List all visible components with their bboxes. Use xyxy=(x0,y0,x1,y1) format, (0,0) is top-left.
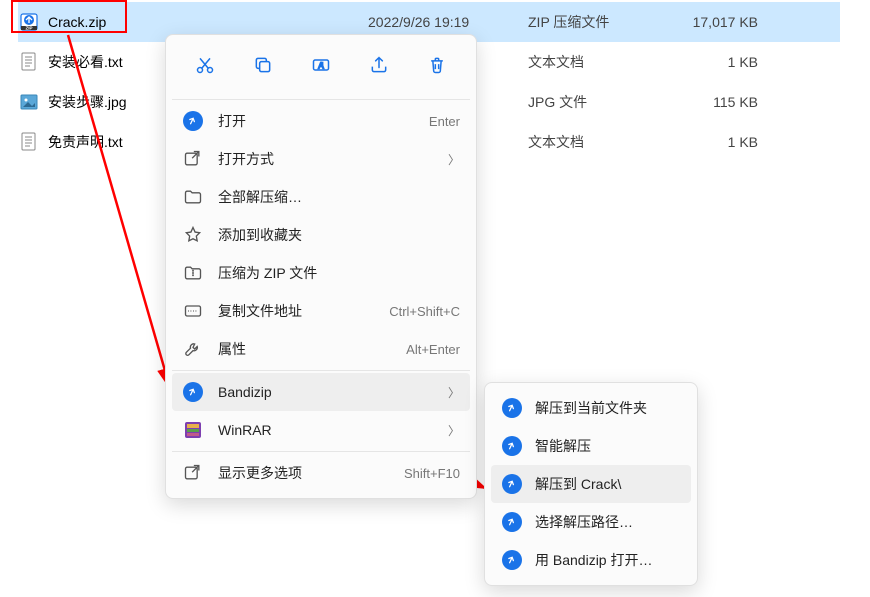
copy-icon-button[interactable] xyxy=(243,47,283,87)
menu-item-label: Bandizip xyxy=(218,384,442,400)
separator xyxy=(172,99,470,100)
bandizip-icon xyxy=(501,435,523,457)
bandizip-icon xyxy=(501,473,523,495)
submenu-item[interactable]: 选择解压路径… xyxy=(491,503,691,541)
menu-item-bandizip[interactable]: Bandizip 〉 xyxy=(172,373,470,411)
menu-item-shortcut: Shift+F10 xyxy=(404,466,460,481)
menu-item-winrar[interactable]: WinRAR 〉 xyxy=(172,411,470,449)
submenu-item[interactable]: 智能解压 xyxy=(491,427,691,465)
context-menu: A 打开Enter打开方式〉全部解压缩…添加到收藏夹压缩为 ZIP 文件复制文件… xyxy=(165,34,477,499)
menu-items-group: 打开Enter打开方式〉全部解压缩…添加到收藏夹压缩为 ZIP 文件复制文件地址… xyxy=(172,102,470,368)
menu-item[interactable]: 添加到收藏夹 xyxy=(172,216,470,254)
context-toolbar: A xyxy=(172,41,470,97)
share-icon-button[interactable] xyxy=(359,47,399,87)
menu-apps-group: Bandizip 〉 WinRAR 〉 xyxy=(172,373,470,449)
cut-icon xyxy=(195,55,215,80)
copy-path-icon xyxy=(182,300,204,322)
bandizip-submenu: 解压到当前文件夹智能解压解压到 Crack\ 选择解压路径… 用 Bandizip … xyxy=(484,382,698,586)
menu-item-shortcut: Enter xyxy=(429,114,460,129)
copy-icon xyxy=(253,55,273,80)
zip-file-icon: ZIP xyxy=(18,11,40,33)
zip-folder-icon xyxy=(182,262,204,284)
menu-item[interactable]: 压缩为 ZIP 文件 xyxy=(172,254,470,292)
rename-icon: A xyxy=(311,55,331,80)
jpg-file-icon xyxy=(18,91,40,113)
rename-icon-button[interactable]: A xyxy=(301,47,341,87)
menu-item-shortcut: Alt+Enter xyxy=(406,342,460,357)
menu-item-label: 复制文件地址 xyxy=(218,301,379,321)
file-size: 17,017 KB xyxy=(658,14,758,30)
submenu-item-label: 解压到当前文件夹 xyxy=(535,398,681,418)
menu-item-label: 添加到收藏夹 xyxy=(218,225,460,245)
menu-item-label: 打开方式 xyxy=(218,149,442,169)
separator xyxy=(172,451,470,452)
menu-item-label: 压缩为 ZIP 文件 xyxy=(218,263,460,283)
menu-item-label: 全部解压缩… xyxy=(218,187,460,207)
bandizip-icon xyxy=(501,549,523,571)
menu-more-group: 显示更多选项 Shift+F10 xyxy=(172,454,470,492)
bandizip-icon xyxy=(501,511,523,533)
separator xyxy=(172,370,470,371)
bandizip-icon xyxy=(182,381,204,403)
submenu-item-label: 解压到 Crack\ xyxy=(535,474,681,494)
menu-item[interactable]: 全部解压缩… xyxy=(172,178,470,216)
menu-item-more-options[interactable]: 显示更多选项 Shift+F10 xyxy=(172,454,470,492)
submenu-item[interactable]: 解压到当前文件夹 xyxy=(491,389,691,427)
folder-icon xyxy=(182,186,204,208)
menu-item[interactable]: 复制文件地址 Ctrl+Shift+C xyxy=(172,292,470,330)
menu-item-label: 属性 xyxy=(218,339,396,359)
txt-file-icon xyxy=(18,131,40,153)
submenu-item-label: 智能解压 xyxy=(535,436,681,456)
file-size: 1 KB xyxy=(658,54,758,70)
menu-item-label: 显示更多选项 xyxy=(218,463,394,483)
winrar-icon xyxy=(182,419,204,441)
file-type: ZIP 压缩文件 xyxy=(528,12,658,32)
cut-icon-button[interactable] xyxy=(185,47,225,87)
menu-item[interactable]: 属性 Alt+Enter xyxy=(172,330,470,368)
delete-icon-button[interactable] xyxy=(417,47,457,87)
submenu-item[interactable]: 用 Bandizip 打开… xyxy=(491,541,691,579)
menu-item-label: 打开 xyxy=(218,111,419,131)
file-size: 1 KB xyxy=(658,134,758,150)
menu-item[interactable]: 打开 Enter xyxy=(172,102,470,140)
file-type: JPG 文件 xyxy=(528,92,658,112)
chevron-right-icon: 〉 xyxy=(448,384,460,401)
menu-item-label: WinRAR xyxy=(218,422,442,438)
chevron-right-icon: 〉 xyxy=(448,151,460,168)
menu-item-shortcut: Ctrl+Shift+C xyxy=(389,304,460,319)
chevron-right-icon: 〉 xyxy=(448,422,460,439)
file-name: Crack.zip xyxy=(48,14,368,30)
menu-item[interactable]: 打开方式〉 xyxy=(172,140,470,178)
openwith-icon xyxy=(182,148,204,170)
delete-icon xyxy=(427,55,447,80)
file-size: 115 KB xyxy=(658,94,758,110)
star-icon xyxy=(182,224,204,246)
submenu-item-label: 用 Bandizip 打开… xyxy=(535,550,681,570)
svg-text:ZIP: ZIP xyxy=(25,26,32,31)
file-date: 2022/9/26 19:19 xyxy=(368,14,528,30)
bandizip-icon xyxy=(501,397,523,419)
wrench-icon xyxy=(182,338,204,360)
bandizip-icon xyxy=(182,110,204,132)
submenu-item-label: 选择解压路径… xyxy=(535,512,681,532)
share-icon xyxy=(369,55,389,80)
txt-file-icon xyxy=(18,51,40,73)
file-type: 文本文档 xyxy=(528,132,658,152)
more-icon xyxy=(182,462,204,484)
file-type: 文本文档 xyxy=(528,52,658,72)
submenu-item[interactable]: 解压到 Crack\ xyxy=(491,465,691,503)
